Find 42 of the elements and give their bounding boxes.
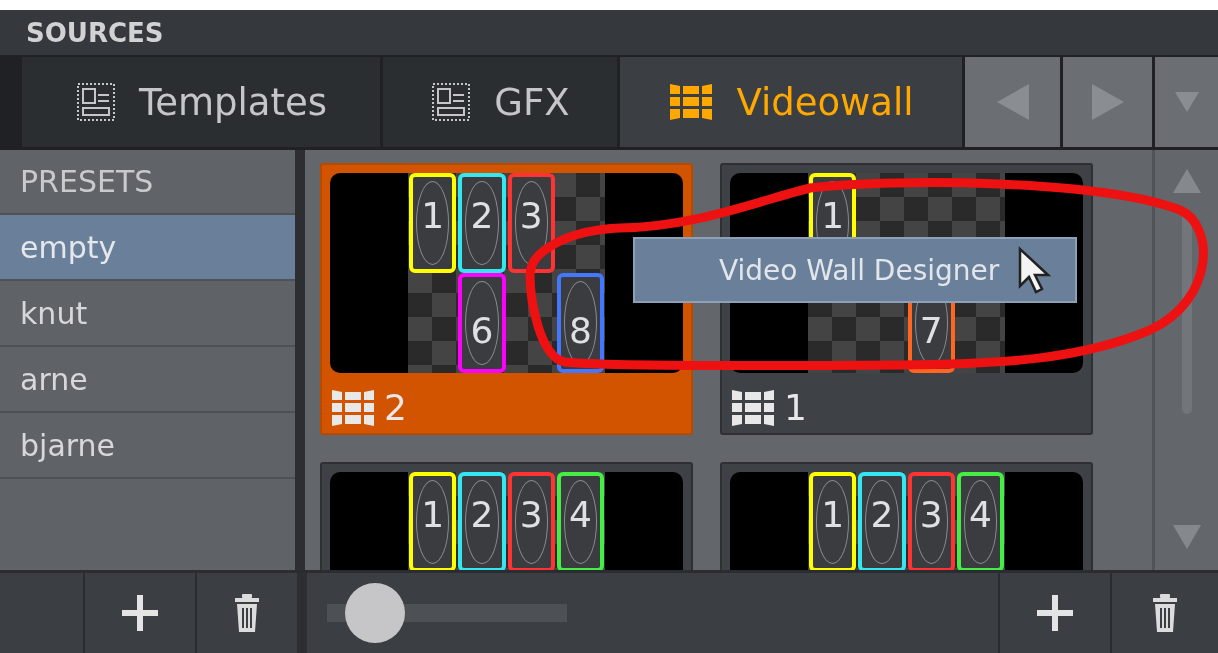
- down-arrow-icon: [1171, 524, 1202, 550]
- video-wall-icon: [668, 82, 715, 122]
- output-count: 2: [384, 387, 407, 428]
- video-wall-icon: [730, 387, 776, 428]
- caret-icon: [1173, 90, 1200, 114]
- video-wall-card[interactable]: 1 2 3 4: [720, 462, 1093, 570]
- plus-icon: [120, 593, 160, 633]
- trash-icon: [234, 593, 260, 633]
- output-tile: 2: [458, 173, 506, 273]
- plus-icon: [1035, 593, 1075, 633]
- output-tile: 3: [907, 472, 955, 570]
- output-tile: 1: [809, 472, 857, 570]
- output-tile: 8: [556, 273, 604, 373]
- output-tile: 1: [409, 472, 457, 570]
- preset-item[interactable]: empty: [0, 215, 295, 281]
- template-icon: [430, 81, 473, 123]
- template-icon: [74, 81, 117, 123]
- output-tile: 3: [507, 173, 555, 273]
- output-tile: 3: [507, 472, 555, 570]
- video-wall-card[interactable]: 1 2 3 6 8 2: [320, 163, 693, 435]
- output-tile: 4: [556, 472, 604, 570]
- scrollbar-thumb[interactable]: [1181, 214, 1192, 414]
- scrollbar[interactable]: [1152, 150, 1218, 570]
- cursor-icon: [1017, 246, 1052, 294]
- delete-preset-button[interactable]: [195, 573, 307, 653]
- trash-icon: [1152, 593, 1178, 633]
- output-tile: 2: [858, 472, 906, 570]
- video-wall-card[interactable]: 1 2 3 4: [320, 462, 693, 570]
- context-menu-item[interactable]: Video Wall Designer: [633, 237, 1077, 303]
- source-tab[interactable]: Templates: [22, 57, 380, 147]
- output-count: 1: [784, 387, 807, 428]
- panel-title: SOURCES: [0, 10, 1218, 57]
- output-tile: 6: [458, 273, 506, 373]
- slider-thumb[interactable]: [345, 583, 405, 643]
- video-wall-icon: [330, 387, 376, 428]
- source-tab[interactable]: Videowall: [620, 57, 962, 147]
- source-tab[interactable]: GFX: [383, 57, 617, 147]
- output-tile: 2: [458, 472, 506, 570]
- up-arrow-icon: [1171, 168, 1202, 194]
- output-tile: 4: [956, 472, 1004, 570]
- output-tile: 1: [409, 173, 457, 273]
- right-arrow-icon: [1089, 82, 1126, 122]
